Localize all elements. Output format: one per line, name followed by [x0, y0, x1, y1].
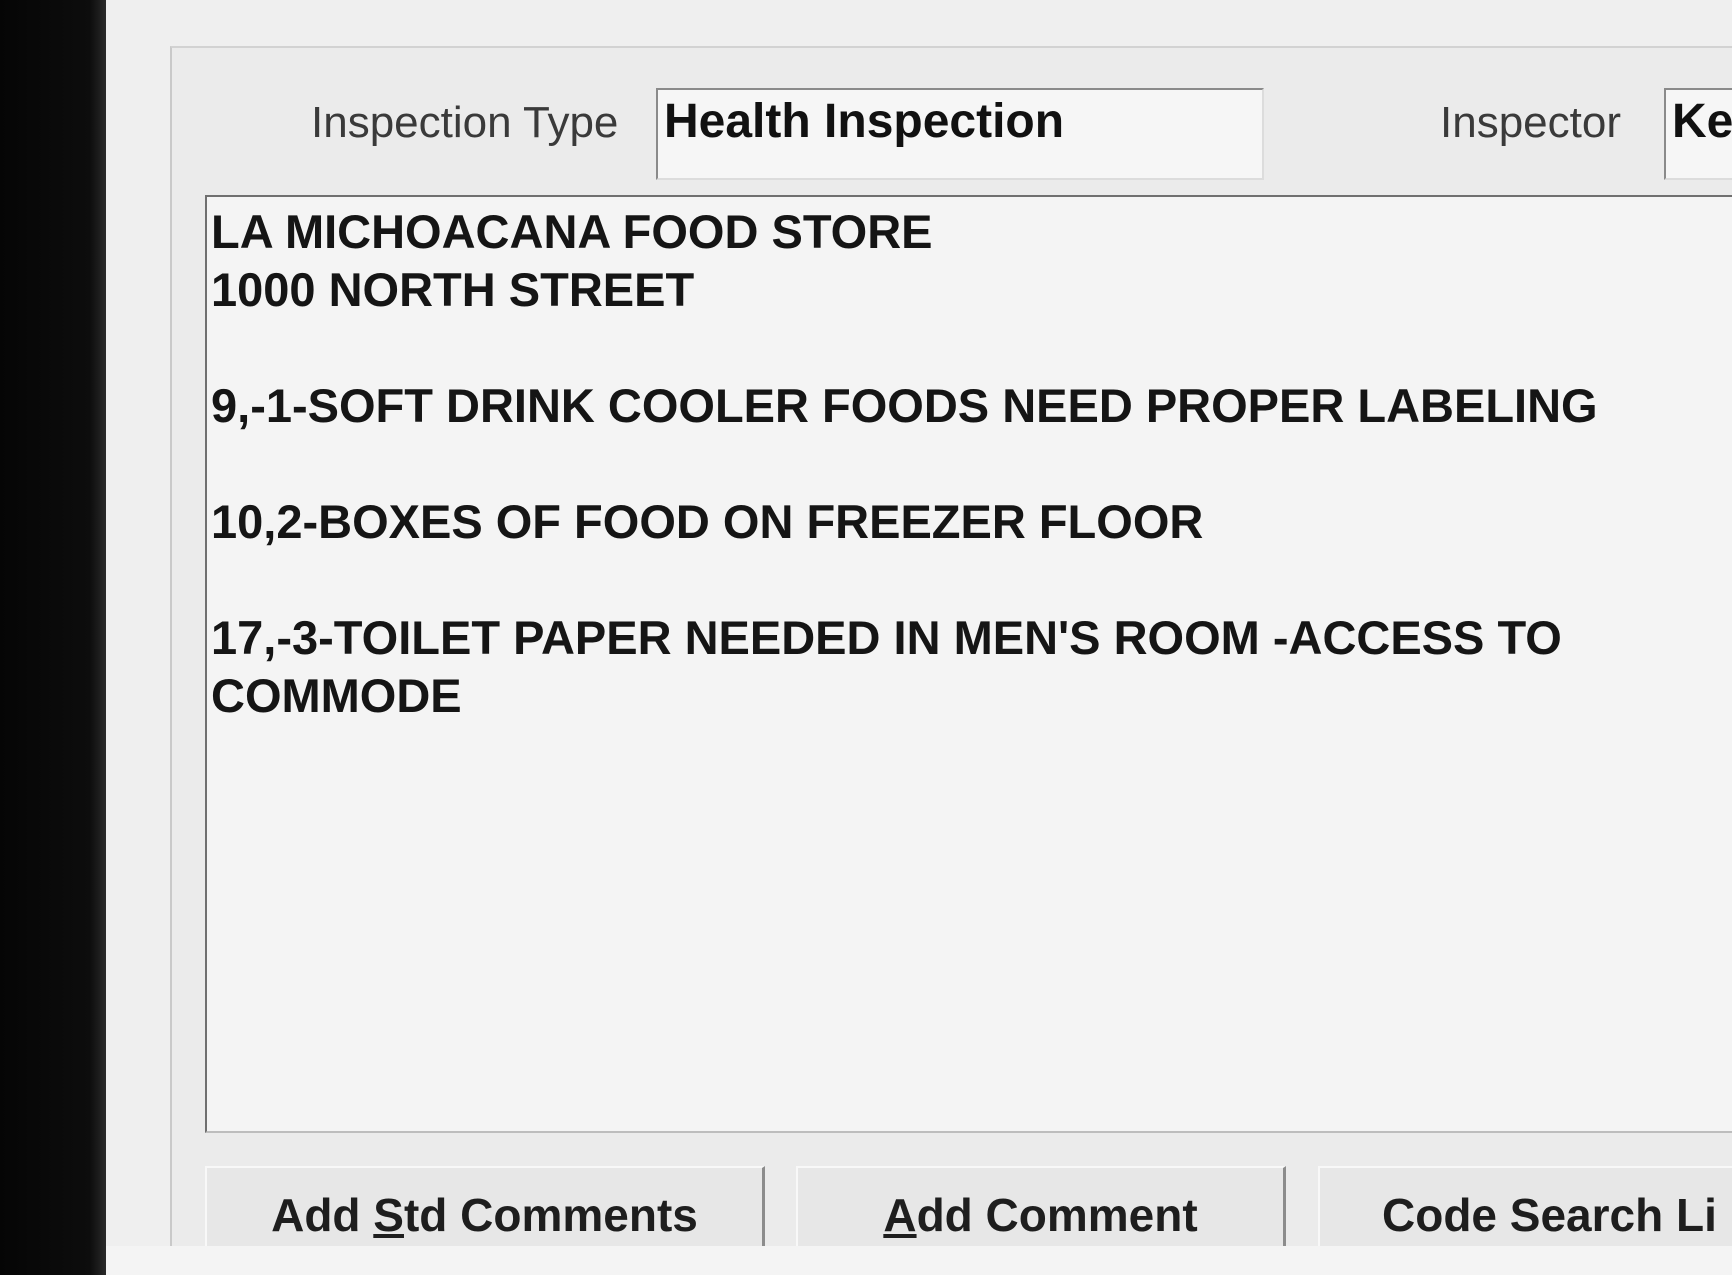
page-bottom-margin — [106, 1246, 1732, 1275]
scan-dark-edge — [0, 0, 106, 1275]
inspection-type-label: Inspection Type — [311, 98, 619, 147]
inspector-label: Inspector — [1440, 98, 1621, 147]
inspection-type-field[interactable]: Health Inspection — [656, 88, 1264, 180]
add-std-comments-label-post: td Comments — [403, 1189, 698, 1241]
inspector-field[interactable]: Ke — [1664, 88, 1732, 180]
add-std-comments-label-pre: Add — [271, 1189, 374, 1241]
add-std-comments-accelerator: S — [373, 1189, 404, 1241]
scanned-page: Inspection Type Health Inspection Inspec… — [0, 0, 1732, 1275]
add-comment-label-post: dd Comment — [916, 1189, 1198, 1241]
comments-textarea[interactable]: LA MICHOACANA FOOD STORE 1000 NORTH STRE… — [205, 195, 1732, 1133]
add-comment-accelerator: A — [883, 1189, 917, 1241]
code-search-label: Code Search Li — [1382, 1189, 1717, 1241]
